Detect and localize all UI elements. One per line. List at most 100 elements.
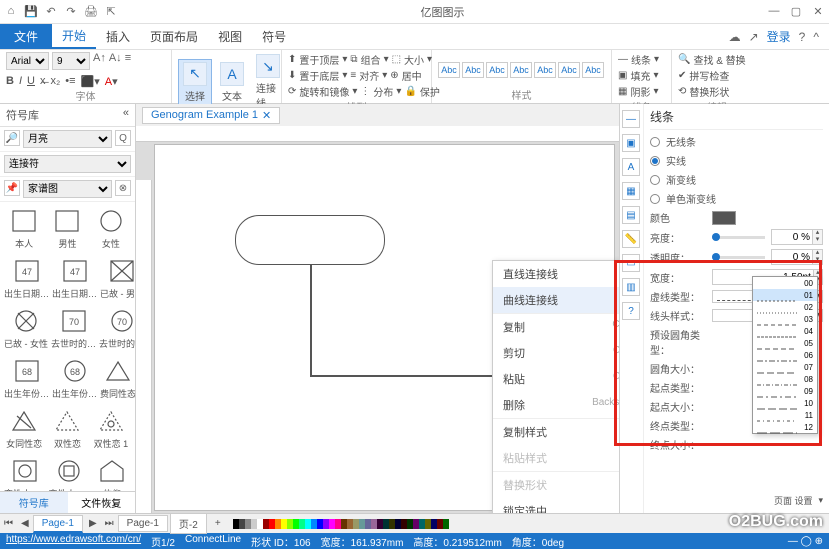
connector-tool[interactable]: ↘连接线 bbox=[252, 52, 284, 112]
shape-item[interactable]: 变性人 -… bbox=[4, 456, 46, 491]
brightness-slider[interactable] bbox=[712, 236, 765, 239]
rp-layer-icon[interactable]: ▭ bbox=[622, 254, 640, 272]
shape-item[interactable]: 变性人 -… bbox=[49, 456, 91, 491]
dash-option[interactable]: 09 bbox=[753, 385, 817, 397]
shape-item[interactable]: 双性恋 1 bbox=[91, 406, 131, 450]
maximize-icon[interactable]: ▢ bbox=[789, 5, 803, 18]
sidebar-collapse-icon[interactable]: « bbox=[123, 107, 129, 123]
status-url[interactable]: https://www.edrawsoft.com/cn/ bbox=[6, 534, 141, 549]
style-swatch[interactable]: Abc bbox=[534, 62, 556, 78]
opacity-spin[interactable]: ▴▾ bbox=[771, 249, 823, 265]
paragraph-icon[interactable]: ≡ bbox=[125, 52, 131, 70]
page-tab-1b[interactable]: Page-1 bbox=[118, 515, 168, 532]
style-swatch[interactable]: Abc bbox=[510, 62, 532, 78]
doc-tab-active[interactable]: Genogram Example 1✕ bbox=[142, 107, 280, 124]
sub-icon[interactable]: x₂ bbox=[50, 75, 60, 88]
page-last-icon[interactable]: ⏭ bbox=[101, 518, 118, 529]
dash-option[interactable]: 02 bbox=[753, 301, 817, 313]
context-menu-item[interactable]: 剪切Ctrl+X bbox=[493, 340, 619, 366]
dash-option[interactable]: 05 bbox=[753, 337, 817, 349]
tab-recovery[interactable]: 文件恢复 bbox=[68, 492, 136, 513]
color-swatch[interactable] bbox=[712, 211, 736, 225]
login-link[interactable]: 登录 bbox=[767, 28, 791, 45]
strike-icon[interactable]: x̶ bbox=[40, 75, 46, 88]
context-menu-item[interactable]: 复制Ctrl+C bbox=[493, 314, 619, 340]
style-swatch[interactable]: Abc bbox=[582, 62, 604, 78]
search-icon[interactable]: 🔎 bbox=[4, 130, 20, 146]
rounded-rect-shape[interactable] bbox=[235, 215, 385, 265]
context-menu-item[interactable]: 锁定选中 bbox=[493, 498, 619, 513]
file-button[interactable]: 文件 bbox=[0, 24, 52, 49]
opt-gradient[interactable]: 渐变线 bbox=[650, 172, 823, 187]
undo-icon[interactable]: ↶ bbox=[44, 5, 58, 18]
color-bar[interactable] bbox=[233, 519, 449, 529]
shape-item[interactable]: 70去世时的… bbox=[99, 306, 135, 350]
highlight-icon[interactable]: ⬛▾ bbox=[81, 75, 100, 88]
dash-option[interactable]: 04 bbox=[753, 325, 817, 337]
category-select-1[interactable]: 月亮 bbox=[23, 130, 112, 148]
connector-vertical[interactable] bbox=[310, 265, 312, 375]
dash-option[interactable]: 07 bbox=[753, 361, 817, 373]
context-menu-item[interactable]: 粘贴Ctrl+V bbox=[493, 366, 619, 392]
fill-style[interactable]: ▣填充 ▾ bbox=[618, 68, 659, 83]
print-icon[interactable]: 🖨 bbox=[84, 5, 98, 18]
add-page-icon[interactable]: + bbox=[209, 518, 227, 529]
dash-option[interactable]: 08 bbox=[753, 373, 817, 385]
grow-font-icon[interactable]: A↑ bbox=[93, 52, 106, 70]
rp-shadow-icon[interactable]: ▦ bbox=[622, 182, 640, 200]
context-menu-item[interactable]: 曲线连接线 bbox=[493, 287, 619, 314]
page-first-icon[interactable]: ⏮ bbox=[0, 518, 17, 529]
page-setup-link[interactable]: 页面 设置 bbox=[774, 494, 813, 507]
context-menu-item[interactable]: 删除Backspace bbox=[493, 392, 619, 419]
underline-icon[interactable]: U bbox=[27, 75, 35, 88]
shape-item[interactable]: 女同性恋 bbox=[4, 406, 44, 450]
brightness-spin[interactable]: ▴▾ bbox=[771, 229, 823, 245]
page-prev-icon[interactable]: ◀ bbox=[17, 518, 33, 529]
opt-solid[interactable]: 实线 bbox=[650, 153, 823, 168]
shape-item[interactable]: 男性 bbox=[47, 206, 87, 250]
tab-layout[interactable]: 页面布局 bbox=[140, 24, 208, 49]
dash-option[interactable]: 10 bbox=[753, 397, 817, 409]
share-icon[interactable]: ↗ bbox=[749, 30, 759, 44]
dash-option[interactable]: 00 bbox=[753, 277, 817, 289]
bring-front[interactable]: ⬆置于顶层 ▾ ⧉组合 ▾ ⬚大小 ▾ bbox=[288, 52, 440, 67]
close-doc-icon[interactable]: ✕ bbox=[262, 109, 271, 122]
shape-item[interactable]: 47出生日期… bbox=[52, 256, 97, 300]
line-style[interactable]: —线条 ▾ bbox=[618, 52, 659, 67]
home-icon[interactable]: ⌂ bbox=[4, 5, 18, 18]
opt-none[interactable]: 无线条 bbox=[650, 134, 823, 149]
shape-item[interactable]: 70去世时的… bbox=[51, 306, 96, 350]
collapse-ribbon-icon[interactable]: ^ bbox=[813, 30, 819, 44]
shrink-font-icon[interactable]: A↓ bbox=[109, 52, 122, 70]
connector-horizontal[interactable] bbox=[310, 375, 510, 377]
cloud-icon[interactable]: ☁ bbox=[729, 30, 741, 44]
send-back[interactable]: ⬇置于底层 ▾ ≡对齐 ▾ ⊕居中 bbox=[288, 68, 440, 83]
export-icon[interactable]: ⇱ bbox=[104, 5, 118, 18]
spell-check[interactable]: ✔拼写检查 bbox=[678, 68, 746, 83]
style-swatch[interactable]: Abc bbox=[438, 62, 460, 78]
shape-item[interactable]: 已故 - 男性 bbox=[100, 256, 135, 300]
opacity-slider[interactable] bbox=[712, 256, 765, 259]
font-name-select[interactable]: Arial bbox=[6, 52, 49, 70]
shape-item[interactable]: 信仰 bbox=[93, 456, 131, 491]
page-next-icon[interactable]: ▶ bbox=[85, 518, 101, 529]
font-color-icon[interactable]: A▾ bbox=[105, 75, 118, 88]
dash-option[interactable]: 01 bbox=[753, 289, 817, 301]
rp-data-icon[interactable]: ▥ bbox=[622, 278, 640, 296]
save-icon[interactable]: 💾 bbox=[24, 5, 38, 18]
rp-page-icon[interactable]: ▤ bbox=[622, 206, 640, 224]
shape-item[interactable]: 双性恋 bbox=[47, 406, 87, 450]
tab-symbols[interactable]: 符号库 bbox=[0, 492, 68, 513]
select-tool[interactable]: ↖选择 bbox=[178, 59, 212, 106]
shape-item[interactable]: 本人 bbox=[4, 206, 44, 250]
dash-option[interactable]: 12 bbox=[753, 421, 817, 433]
font-size-select[interactable]: 9 bbox=[52, 52, 90, 70]
rp-fill-icon[interactable]: ▣ bbox=[622, 134, 640, 152]
tab-view[interactable]: 视图 bbox=[208, 24, 252, 49]
opt-mono[interactable]: 单色渐变线 bbox=[650, 191, 823, 206]
shape-item[interactable]: 已故 - 女性 bbox=[4, 306, 48, 350]
dash-option[interactable]: 03 bbox=[753, 313, 817, 325]
pin-icon[interactable]: 📌 bbox=[4, 180, 20, 196]
rp-line-icon[interactable]: — bbox=[622, 110, 640, 128]
tab-insert[interactable]: 插入 bbox=[96, 24, 140, 49]
